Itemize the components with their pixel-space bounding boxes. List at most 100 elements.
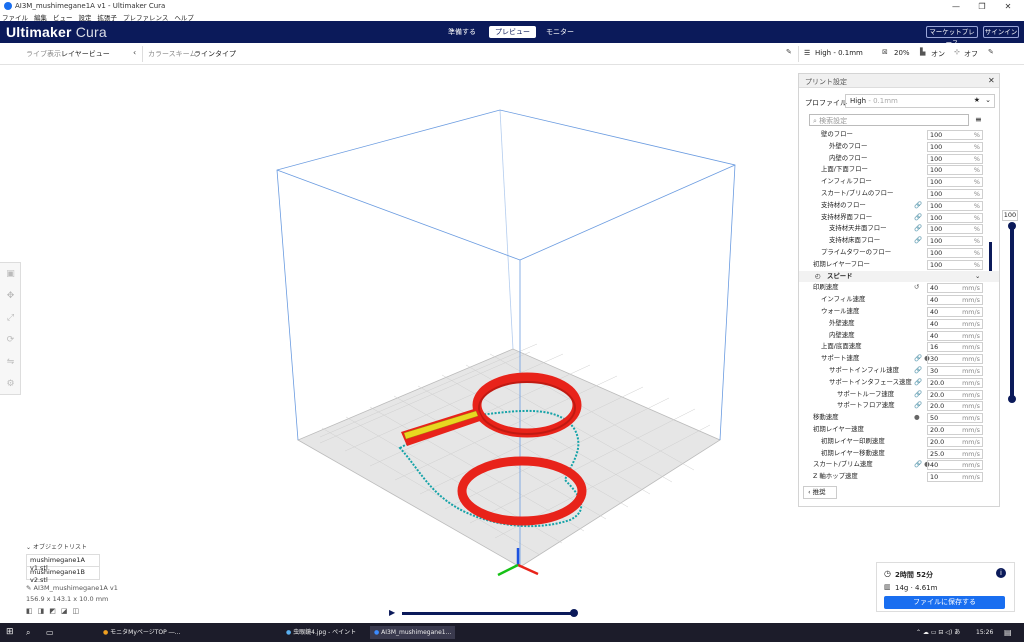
- setting-link-icon[interactable]: 🔗: [914, 365, 922, 377]
- setting-value-input[interactable]: 100%: [927, 153, 983, 164]
- open-file-icon[interactable]: ▣: [0, 263, 21, 285]
- stage-tab-preview[interactable]: プレビュー: [489, 26, 536, 38]
- menu-view[interactable]: ビュー: [53, 12, 73, 22]
- move-tool-icon[interactable]: ✥: [0, 285, 21, 307]
- menu-help[interactable]: ヘルプ: [174, 12, 194, 22]
- path-slider-handle[interactable]: [570, 609, 578, 617]
- rotate-tool-icon[interactable]: ⟳: [0, 329, 21, 351]
- taskbar-item[interactable]: ● 虫眼鏡4.jpg - ペイント: [286, 626, 356, 639]
- setting-value-input[interactable]: 100%: [927, 259, 983, 270]
- setting-value-input[interactable]: 100%: [927, 212, 983, 223]
- taskbar-item[interactable]: ● モニタMyページTOP ―...: [103, 626, 180, 639]
- setting-value-input[interactable]: 20.0 mm/s: [927, 436, 983, 447]
- setting-link-icon[interactable]: 🔗: [914, 223, 922, 235]
- path-slider-track[interactable]: [402, 612, 574, 615]
- chevron-down-icon[interactable]: ⌄: [985, 96, 991, 104]
- menu-edit[interactable]: 編集: [34, 12, 47, 22]
- search-settings-input[interactable]: ⌕ 検索設定: [809, 114, 969, 126]
- setting-link-icon[interactable]: 🔗: [914, 212, 922, 224]
- minimize-button[interactable]: —: [944, 0, 968, 12]
- infill-summary[interactable]: 20%: [894, 49, 910, 57]
- setting-value-input[interactable]: 10 mm/s: [927, 472, 983, 483]
- setting-value-input[interactable]: 100%: [927, 165, 983, 176]
- settings-menu-icon[interactable]: ≡: [975, 115, 982, 124]
- setting-value-input[interactable]: 100%: [927, 130, 983, 140]
- setting-value-input[interactable]: 30 mm/s: [927, 354, 983, 365]
- signin-button[interactable]: サインイン: [983, 26, 1019, 38]
- setting-value-input[interactable]: 100%: [927, 200, 983, 211]
- speed-category-header[interactable]: ◴ スピード ⌄: [799, 270, 999, 283]
- setting-unit: mm/s: [962, 296, 980, 305]
- setting-value-input[interactable]: 16 mm/s: [927, 342, 983, 353]
- setting-value-input[interactable]: 40 mm/s: [927, 307, 983, 317]
- setting-link-icon[interactable]: ●: [914, 412, 920, 424]
- layer-slider-value[interactable]: 100: [1002, 210, 1018, 221]
- menu-extensions[interactable]: 拡張子: [98, 12, 118, 22]
- setting-value-input[interactable]: 100%: [927, 236, 983, 247]
- setting-link-icon[interactable]: 🔗: [914, 377, 922, 389]
- task-view-icon[interactable]: ▭: [46, 626, 54, 639]
- pencil-icon[interactable]: ✎: [26, 584, 34, 592]
- setting-value-input[interactable]: 40 mm/s: [927, 460, 983, 471]
- menu-preferences[interactable]: プレファレンス: [123, 12, 168, 22]
- play-icon[interactable]: ▶: [389, 608, 395, 617]
- close-panel-icon[interactable]: ✕: [988, 76, 995, 85]
- setting-value-input[interactable]: 25.0 mm/s: [927, 448, 983, 459]
- scale-tool-icon[interactable]: ⤢: [0, 307, 21, 329]
- layer-slider-track[interactable]: [1010, 225, 1014, 401]
- menu-settings[interactable]: 設定: [79, 12, 92, 22]
- layer-slider-bottom-handle[interactable]: [1008, 395, 1016, 403]
- layer-slider-top-handle[interactable]: [1008, 222, 1016, 230]
- setting-value-input[interactable]: 100%: [927, 177, 983, 188]
- stage-tab-monitor[interactable]: モニター: [540, 26, 580, 38]
- restore-button[interactable]: ❐: [970, 0, 994, 12]
- setting-value-input[interactable]: 100%: [927, 141, 983, 152]
- object-list-header[interactable]: ⌄ オブジェクトリスト: [26, 542, 136, 551]
- color-scheme-dropdown[interactable]: ラインタイプ: [194, 49, 236, 59]
- setting-value-input[interactable]: 20.0 mm/s: [927, 401, 983, 412]
- search-icon[interactable]: ⌕: [26, 626, 30, 639]
- setting-value-input[interactable]: 30 mm/s: [927, 366, 983, 376]
- system-tray-icons[interactable]: ⌃ ☁ ▭ ⊟ ◁) あ: [916, 626, 960, 639]
- setting-value-input[interactable]: 20.0 mm/s: [927, 389, 983, 400]
- setting-value-input[interactable]: 20.0 mm/s: [927, 425, 983, 435]
- setting-value-input[interactable]: 40 mm/s: [927, 330, 983, 341]
- mirror-tool-icon[interactable]: ⇋: [0, 351, 21, 373]
- windows-start-icon[interactable]: ⊞: [6, 626, 14, 639]
- setting-link-icon[interactable]: 🔗: [914, 200, 922, 212]
- pencil-icon[interactable]: ✎: [786, 48, 792, 56]
- setting-link-icon[interactable]: 🔗: [914, 400, 922, 412]
- setting-value-input[interactable]: 100%: [927, 224, 983, 235]
- setting-link-icon[interactable]: 🔗: [914, 235, 922, 247]
- star-icon[interactable]: ★: [974, 96, 980, 104]
- per-model-settings-icon[interactable]: ⚙: [0, 373, 21, 395]
- edit-settings-icon[interactable]: ✎: [988, 48, 994, 56]
- object-item[interactable]: mushimegane1A v1.stl: [26, 554, 100, 572]
- setting-value-input[interactable]: 40 mm/s: [927, 318, 983, 329]
- save-to-file-button[interactable]: ファイルに保存する: [884, 596, 1005, 609]
- setting-link-icon[interactable]: 🔗: [914, 389, 922, 401]
- camera-view-icons[interactable]: ◧◨◩◪◫: [26, 607, 136, 615]
- stage-tab-prepare[interactable]: 準備する: [440, 26, 484, 38]
- adhesion-summary[interactable]: オフ: [964, 49, 978, 59]
- taskbar-item-active[interactable]: ● AI3M_mushimegane1...: [370, 626, 456, 639]
- setting-value-input[interactable]: 40 mm/s: [927, 295, 983, 306]
- setting-value-input[interactable]: 40 mm/s: [927, 283, 983, 294]
- view-type-dropdown[interactable]: レイヤービュー: [61, 49, 110, 59]
- support-summary[interactable]: オン: [931, 49, 945, 59]
- notification-icon[interactable]: ▤: [1004, 626, 1012, 639]
- setting-value-input[interactable]: 20.0 mm/s: [927, 377, 983, 388]
- setting-value-input[interactable]: 100%: [927, 248, 983, 258]
- setting-value-input[interactable]: 100%: [927, 189, 983, 199]
- recommended-button[interactable]: ‹ 推奨: [803, 486, 837, 499]
- close-window-button[interactable]: ✕: [996, 0, 1020, 12]
- print-profile-summary[interactable]: High - 0.1mm: [815, 49, 863, 57]
- chevron-left-icon[interactable]: ‹: [133, 48, 136, 57]
- setting-value-input[interactable]: 50 mm/s: [927, 413, 983, 424]
- profile-dropdown[interactable]: High - 0.1mm ★ ⌄: [845, 94, 995, 108]
- marketplace-button[interactable]: マーケットプレース: [926, 26, 978, 47]
- setting-link-icon[interactable]: ↺: [914, 282, 919, 294]
- object-item[interactable]: mushimegane1B v2.stl: [26, 567, 100, 584]
- info-icon[interactable]: i: [996, 568, 1006, 578]
- menu-file[interactable]: ファイル: [2, 12, 28, 22]
